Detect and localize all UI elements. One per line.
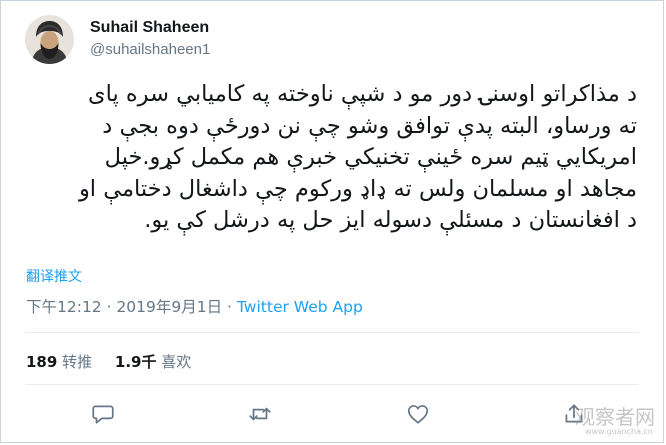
tweet-card: Suhail Shaheen @suhailshaheen1 د مذاکرات… [0, 0, 664, 443]
watermark-logo: 观察者网 [575, 405, 655, 429]
author-handle[interactable]: @suhailshaheen1 [90, 41, 210, 58]
like-button[interactable] [405, 401, 431, 427]
author-display-name[interactable]: Suhail Shaheen [90, 19, 209, 37]
retweet-count: 189 [26, 353, 58, 371]
divider [25, 384, 639, 385]
speech-bubble-icon [92, 405, 114, 424]
heart-icon [407, 405, 429, 424]
avatar-image [25, 15, 74, 64]
watermark-url: www.guancha.cn [585, 427, 653, 436]
translate-tweet-link[interactable]: 翻译推文 [26, 266, 82, 286]
tweet-text-line: مجاهد او مسلمان ولس ته ډاډ ورکوم چې داشغ… [78, 175, 637, 202]
retweet-arrows-icon [249, 407, 271, 421]
tweet-text-line: ته ورساو، البته پدې توافق وشو چې نن دورځ… [102, 112, 637, 139]
reply-button[interactable] [90, 401, 116, 427]
tweet-meta: 下午12:12 · 2019年9月1日 · Twitter Web App [26, 295, 363, 317]
meta-separator: · [222, 298, 237, 316]
tweet-timestamp[interactable]: 下午12:12 · 2019年9月1日 [26, 298, 222, 316]
divider [25, 332, 639, 333]
like-label: 喜欢 [161, 353, 192, 371]
retweet-button[interactable] [247, 401, 273, 427]
tweet-text-line: د مذاکراتو اوسنۍ دور مو د شپې ناوخته په … [88, 81, 637, 107]
tweet-text-line: د افغانستان د مسئلې دسوله ايز حل په درشل… [144, 207, 637, 233]
retweet-stat[interactable]: 189 转推 [26, 351, 92, 372]
tweet-text: د مذاکراتو اوسنۍ دور مو د شپې ناوخته په … [61, 79, 637, 237]
avatar[interactable] [25, 15, 74, 64]
engagement-stats: 189 转推 1.9千 喜欢 [26, 351, 209, 372]
like-stat[interactable]: 1.9千 喜欢 [115, 351, 191, 372]
retweet-label: 转推 [62, 353, 93, 371]
like-count: 1.9千 [114, 353, 157, 371]
tweet-text-line: امريکايي ټيم سره ځينې تخنيکي خبرې هم مکم… [104, 144, 637, 170]
source-app-link[interactable]: Twitter Web App [237, 298, 363, 316]
